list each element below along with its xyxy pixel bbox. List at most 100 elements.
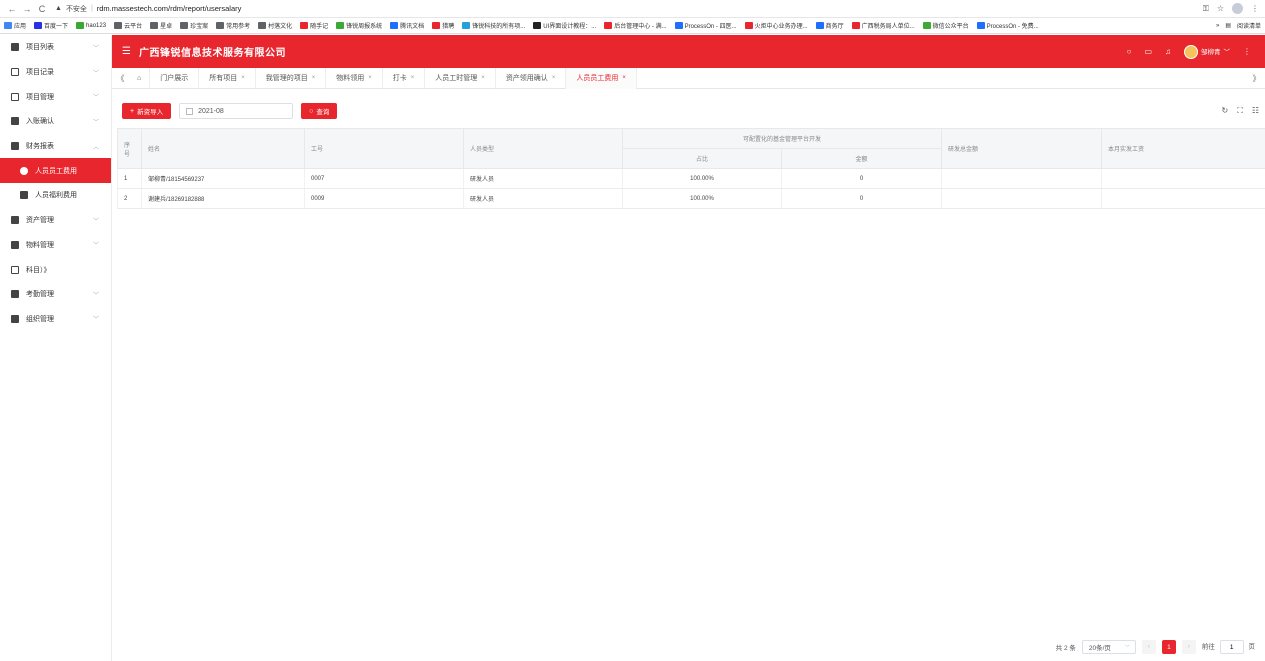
sidebar-item[interactable]: 物料管理 ﹀ — [0, 233, 111, 258]
briefcase-icon — [11, 216, 19, 225]
page-size-select[interactable]: 20条/页 ﹀ — [1081, 640, 1136, 654]
sidebar-item[interactable]: 项目记录 ﹀ — [0, 60, 111, 85]
tab[interactable]: 打卡 × — [383, 67, 426, 89]
sidebar-item[interactable]: 入账确认 ﹀ — [0, 109, 111, 134]
tabs-scroll-right-icon[interactable]: 》 — [1248, 73, 1265, 84]
tabs-scroll-left-icon[interactable]: 《 — [112, 73, 129, 84]
sidebar-item[interactable]: 资产管理 ﹀ — [0, 208, 111, 233]
sidebar-item[interactable]: 科目）》 — [0, 257, 111, 282]
forward-icon[interactable]: → — [21, 4, 33, 14]
bookmark-item[interactable]: 常用参考 — [216, 21, 250, 30]
tab[interactable]: 物料领用 × — [326, 67, 383, 89]
bookmark-item[interactable]: 星卓 — [150, 21, 172, 30]
bookmark-item[interactable]: 广西税务局人单位... — [851, 21, 915, 30]
tab[interactable]: 门户展示 — [150, 67, 200, 89]
user-menu[interactable]: 邹柳青 ﹀ — [1184, 44, 1231, 59]
bookmark-icon — [216, 22, 225, 29]
bookmark-item[interactable]: 应用 — [4, 21, 26, 30]
bookmark-item[interactable]: 腾讯文档 — [390, 21, 424, 30]
star-icon[interactable]: ☆ — [1217, 4, 1224, 13]
import-button[interactable]: + 新资导入 — [122, 103, 172, 119]
month-picker[interactable]: 2021-08 — [179, 103, 294, 119]
bookmark-icon — [114, 22, 123, 29]
close-icon[interactable]: × — [368, 75, 372, 81]
next-page-button[interactable]: › — [1181, 640, 1196, 654]
bookmarks-right: » ▤ 阅读清单 — [1216, 21, 1261, 31]
column-settings-icon[interactable]: ☷ — [1252, 106, 1259, 116]
back-icon[interactable]: ← — [6, 4, 18, 14]
close-icon[interactable]: × — [481, 75, 485, 81]
page-number-current[interactable]: 1 — [1161, 640, 1176, 654]
page-suffix: 页 — [1248, 643, 1256, 651]
search-icon[interactable]: ○ — [1127, 47, 1132, 56]
insecure-warning-icon[interactable]: ▲ — [55, 5, 62, 12]
sidebar-item[interactable]: 人员员工费用 — [0, 158, 111, 184]
bookmark-item[interactable]: hao123 — [76, 22, 106, 29]
sidebar-item[interactable]: 项目管理 ﹀ — [0, 84, 111, 109]
bookmark-item[interactable]: 猎聘 — [432, 21, 454, 30]
tab[interactable]: 我管理的项目 × — [256, 67, 327, 89]
chevron-down-icon[interactable]: ﹀ — [1224, 49, 1231, 56]
bookmark-item[interactable]: 火炬中心业务办理... — [744, 21, 808, 30]
bookmark-icon — [744, 22, 753, 29]
bookmarks-more[interactable]: » — [1216, 23, 1219, 29]
hamburger-menu-icon[interactable]: ☰ — [122, 46, 131, 57]
cell-emp-no: 0007 — [304, 168, 464, 189]
message-icon[interactable]: ▭ — [1144, 47, 1152, 56]
card-icon — [20, 191, 28, 200]
bookmark-item[interactable]: 云平台 — [114, 21, 142, 30]
bookmark-item[interactable]: 锋锐科技的所有项... — [462, 21, 525, 30]
tab[interactable]: 资产领用确认 × — [496, 67, 567, 89]
table-row[interactable]: 1 邹柳青/18154569237 0007 研发人员 100.00% 0 — [117, 168, 1265, 189]
tab[interactable]: 人员员工费用 × — [566, 67, 637, 89]
url-text[interactable]: rdm.massestech.com/rdm/report/usersalary — [97, 4, 242, 13]
home-icon[interactable]: ⌂ — [129, 67, 151, 89]
cell-name: 谢建兵/18269182888 — [141, 188, 305, 209]
close-icon[interactable]: × — [241, 75, 245, 81]
close-icon[interactable]: × — [552, 75, 556, 81]
insecure-label[interactable]: 不安全 — [66, 4, 87, 14]
fullscreen-icon[interactable]: ⛶ — [1237, 106, 1243, 116]
bookmark-item[interactable]: 商务厅 — [815, 21, 844, 30]
sidebar-item[interactable]: 考勤管理 ﹀ — [0, 282, 111, 307]
bookmark-item[interactable]: 村落文化 — [258, 21, 292, 30]
bookmark-item[interactable]: 微信公众平台 — [922, 21, 969, 30]
sidebar-item[interactable]: 项目列表 ﹀ — [0, 35, 111, 60]
query-button[interactable]: ○ 查询 — [301, 103, 338, 119]
reading-list-icon[interactable]: ▤ — [1225, 22, 1231, 29]
tab[interactable]: 所有项目 × — [199, 67, 256, 89]
reading-list-label[interactable]: 阅读清单 — [1237, 21, 1261, 30]
bookmark-label: 随手记 — [310, 24, 329, 30]
prev-page-button[interactable]: ‹ — [1141, 640, 1156, 654]
bookmark-label: 商务厅 — [825, 24, 844, 30]
close-icon[interactable]: × — [312, 75, 316, 81]
close-icon[interactable]: × — [411, 75, 415, 81]
bookmark-item[interactable]: 锋锐周报系统 — [336, 21, 382, 30]
bookmark-item[interactable]: 后台管理中心 - 满... — [604, 21, 667, 30]
table-row[interactable]: 2 谢建兵/18269182888 0009 研发人员 100.00% 0 — [117, 188, 1265, 209]
reload-icon[interactable]: C — [36, 4, 48, 14]
profile-avatar[interactable] — [1232, 3, 1243, 14]
bookmark-item[interactable]: 随手记 — [300, 21, 328, 30]
goto-page-input[interactable] — [1219, 640, 1244, 654]
tab-label: 我管理的项目 — [265, 75, 308, 82]
close-icon[interactable]: × — [622, 75, 626, 81]
bell-icon[interactable]: ♫ — [1165, 47, 1171, 56]
sidebar-item[interactable]: 组织管理 ﹀ — [0, 307, 111, 332]
bookmark-item[interactable]: UI界面设计教程：... — [533, 21, 596, 30]
sidebar-item[interactable]: 人员福利费用 — [0, 183, 111, 208]
user-avatar[interactable] — [1184, 44, 1198, 59]
bookmark-item[interactable]: ProcessOn - 免费... — [976, 21, 1039, 30]
cell-amount: 0 — [780, 188, 943, 209]
refresh-icon[interactable]: ↻ — [1222, 106, 1229, 116]
key-icon[interactable]: ⚿ — [1203, 4, 1209, 14]
more-vertical-icon[interactable]: ⋮ — [1243, 47, 1251, 56]
bookmark-item[interactable]: ProcessOn - 四医... — [674, 21, 737, 30]
sidebar-item[interactable]: 财务报表 ︿ — [0, 134, 111, 159]
browser-menu-icon[interactable]: ⋮ — [1251, 4, 1259, 13]
tab[interactable]: 人员工时管理 × — [425, 67, 496, 89]
user-name[interactable]: 邹柳青 — [1201, 49, 1221, 56]
bookmark-item[interactable]: 百度一下 — [34, 21, 68, 30]
page-size-value: 20条/页 — [1088, 645, 1111, 652]
bookmark-item[interactable]: 珍宝案 — [180, 21, 208, 30]
